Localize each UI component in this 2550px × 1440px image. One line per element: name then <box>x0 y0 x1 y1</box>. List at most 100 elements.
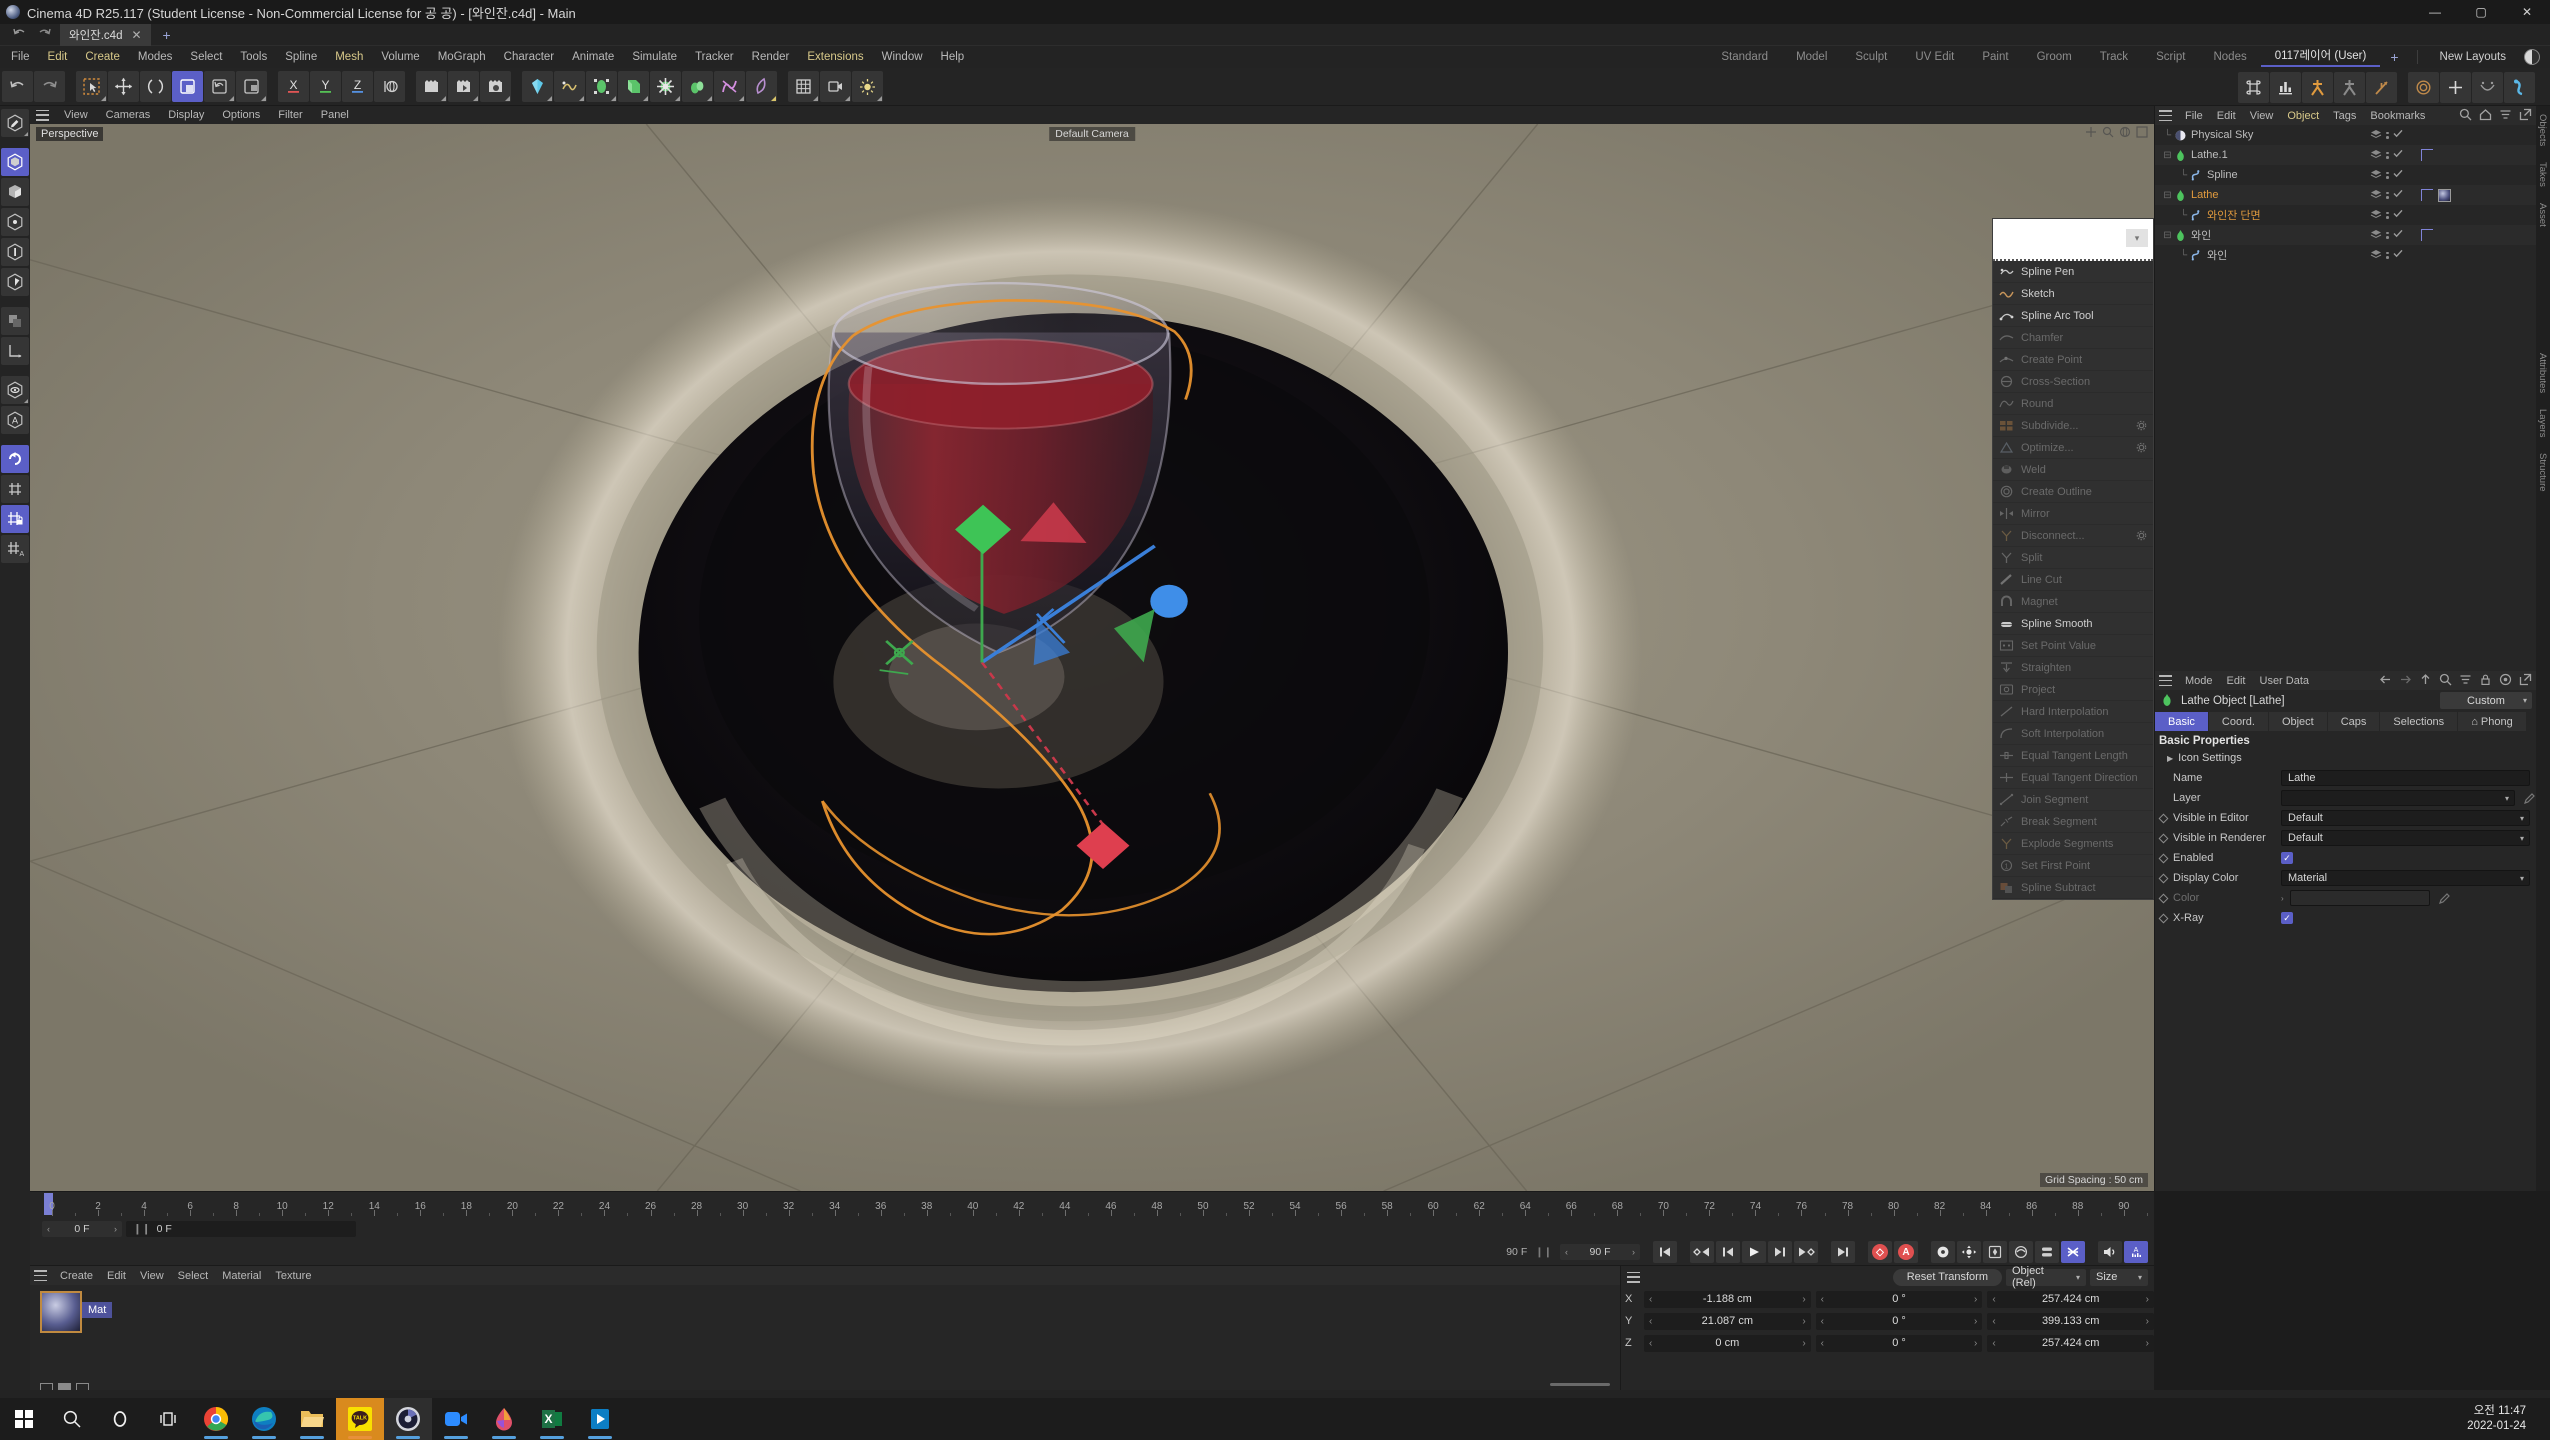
chevron-right-icon[interactable]: › <box>1802 1338 1805 1349</box>
reset-transform-button[interactable]: Reset Transform <box>1892 1268 2002 1286</box>
go-to-start-button[interactable] <box>1653 1241 1677 1263</box>
object-manager-menu-bookmarks[interactable]: Bookmarks <box>2363 110 2432 122</box>
preset-select[interactable]: Custom ▾ <box>2440 692 2532 709</box>
eyedropper-icon[interactable] <box>2438 892 2451 905</box>
texture-mode-button[interactable] <box>1 307 29 335</box>
deformer-button[interactable] <box>650 71 681 102</box>
attribute-menu-user-data[interactable]: User Data <box>2253 675 2317 687</box>
add-point-button[interactable] <box>2440 71 2471 103</box>
object-manager-menu-object[interactable]: Object <box>2280 110 2326 122</box>
side-tab-takes[interactable]: Takes <box>2536 154 2549 195</box>
menu-window[interactable]: Window <box>873 46 932 68</box>
layer-icon[interactable] <box>2370 149 2382 162</box>
attribute-menu-edit[interactable]: Edit <box>2220 675 2253 687</box>
checkbox[interactable]: ✓ <box>2281 912 2293 924</box>
redo-icon[interactable] <box>37 27 52 43</box>
enable-check-icon[interactable] <box>2392 149 2403 161</box>
coordinate-position-field[interactable]: ‹ 0 cm › <box>1644 1334 1811 1352</box>
coordinate-mode-select[interactable]: Object (Rel) ▾ <box>2006 1265 2086 1289</box>
coordinate-size-field[interactable]: ‹ 257.424 cm › <box>1987 1334 2155 1352</box>
attribute-tab-basic[interactable]: Basic <box>2155 712 2208 731</box>
chevron-right-icon[interactable]: › <box>114 1224 117 1234</box>
viewport-menu-display[interactable]: Display <box>159 109 213 121</box>
rotate-tool-button[interactable] <box>140 71 171 102</box>
layout-uv-edit[interactable]: UV Edit <box>1901 51 1968 63</box>
start-icon[interactable] <box>0 1398 48 1440</box>
edge-icon[interactable] <box>240 1398 288 1440</box>
enable-check-icon[interactable] <box>2392 229 2403 241</box>
sound-toggle-button[interactable] <box>2098 1241 2122 1263</box>
material-menu-view[interactable]: View <box>133 1270 171 1282</box>
gear-icon[interactable] <box>2136 420 2147 431</box>
object-manager-menu-edit[interactable]: Edit <box>2210 110 2243 122</box>
chevron-right-icon[interactable]: › <box>1974 1316 1977 1327</box>
task-view-icon[interactable] <box>144 1398 192 1440</box>
world-coordinate-button[interactable] <box>374 71 405 102</box>
gear-icon[interactable] <box>2136 530 2147 541</box>
layer-icon[interactable] <box>2370 169 2382 182</box>
add-layout-button[interactable]: + <box>2380 49 2408 65</box>
chevron-left-icon[interactable]: ‹ <box>47 1224 50 1234</box>
flag-tag-icon[interactable] <box>2421 189 2433 201</box>
kakaotalk-icon[interactable]: TALK <box>336 1398 384 1440</box>
new-layouts-button[interactable]: New Layouts <box>2426 51 2520 63</box>
visibility-dots-icon[interactable] <box>2386 151 2389 159</box>
animate-diamond-icon[interactable] <box>2158 913 2169 923</box>
menu-tracker[interactable]: Tracker <box>686 46 743 68</box>
menu-simulate[interactable]: Simulate <box>623 46 686 68</box>
end-frame-spinner[interactable]: ‹ 90 F › <box>1560 1244 1640 1260</box>
target-icon[interactable] <box>2499 673 2512 686</box>
y-axis-lock-button[interactable]: Y <box>310 71 341 102</box>
coordinate-manager-menu-icon[interactable] <box>1627 1271 1640 1283</box>
chrome-icon[interactable] <box>192 1398 240 1440</box>
back-arrow-icon[interactable] <box>2379 673 2392 686</box>
checkbox[interactable]: ✓ <box>2281 852 2293 864</box>
chevron-left-icon[interactable]: ‹ <box>1649 1338 1652 1349</box>
enable-axis-button[interactable] <box>1 445 29 473</box>
edit-tool-button[interactable] <box>1 109 29 137</box>
simulation-button[interactable] <box>714 71 745 102</box>
cinema4d-icon[interactable] <box>384 1398 432 1440</box>
move-tool-button[interactable] <box>108 71 139 102</box>
attribute-manager-menu-icon[interactable] <box>2159 675 2172 686</box>
undo-view-button[interactable] <box>204 71 235 102</box>
cortana-icon[interactable] <box>96 1398 144 1440</box>
material-menu-edit[interactable]: Edit <box>100 1270 133 1282</box>
visibility-dots-icon[interactable] <box>2386 231 2389 239</box>
smooth-curve-button[interactable] <box>2472 71 2503 103</box>
z-axis-lock-button[interactable]: Z <box>342 71 373 102</box>
chevron-right-icon[interactable]: › <box>1632 1247 1635 1257</box>
object-visibility-controls[interactable] <box>2370 209 2403 222</box>
animate-diamond-icon[interactable] <box>2158 833 2169 843</box>
video-editor-icon[interactable] <box>576 1398 624 1440</box>
menu-mograph[interactable]: MoGraph <box>429 46 495 68</box>
viewport-canvas[interactable]: Perspective Default Camera Grid Spacing … <box>30 124 2154 1191</box>
model-mode-button[interactable] <box>1 148 29 176</box>
coordinate-size-field[interactable]: ‹ 257.424 cm › <box>1987 1290 2155 1308</box>
menu-animate[interactable]: Animate <box>563 46 623 68</box>
viewport-menu-icon[interactable] <box>36 109 49 121</box>
animate-diamond-icon[interactable] <box>2158 873 2169 883</box>
material-menu-texture[interactable]: Texture <box>268 1270 318 1282</box>
chevron-left-icon[interactable]: ‹ <box>1821 1294 1824 1305</box>
orbit-icon[interactable] <box>2119 125 2131 138</box>
render-view-button[interactable] <box>416 71 447 102</box>
object-mode-button[interactable] <box>1 178 29 206</box>
go-to-end-button[interactable] <box>1831 1241 1855 1263</box>
animate-diamond-icon[interactable] <box>2158 893 2169 903</box>
attribute-tab-coord[interactable]: Coord. <box>2208 712 2268 731</box>
material-menu-material[interactable]: Material <box>215 1270 268 1282</box>
context-menu-item[interactable]: Spline Smooth <box>1993 613 2153 635</box>
chevron-right-icon[interactable]: › <box>2146 1316 2149 1327</box>
menu-tools[interactable]: Tools <box>231 46 276 68</box>
object-manager-menu-file[interactable]: File <box>2178 110 2210 122</box>
viewport-menu-options[interactable]: Options <box>213 109 269 121</box>
workplane-button[interactable] <box>2302 71 2333 103</box>
menu-select[interactable]: Select <box>181 46 231 68</box>
layer-icon[interactable] <box>2370 249 2382 262</box>
expand-toggle-icon[interactable]: ⊟ <box>2161 150 2174 161</box>
viewport-menu-cameras[interactable]: Cameras <box>97 109 160 121</box>
layer-field[interactable]: ▾ <box>2281 790 2515 806</box>
play-button[interactable] <box>1742 1241 1766 1263</box>
size-mode-select[interactable]: Size ▾ <box>2090 1268 2148 1286</box>
